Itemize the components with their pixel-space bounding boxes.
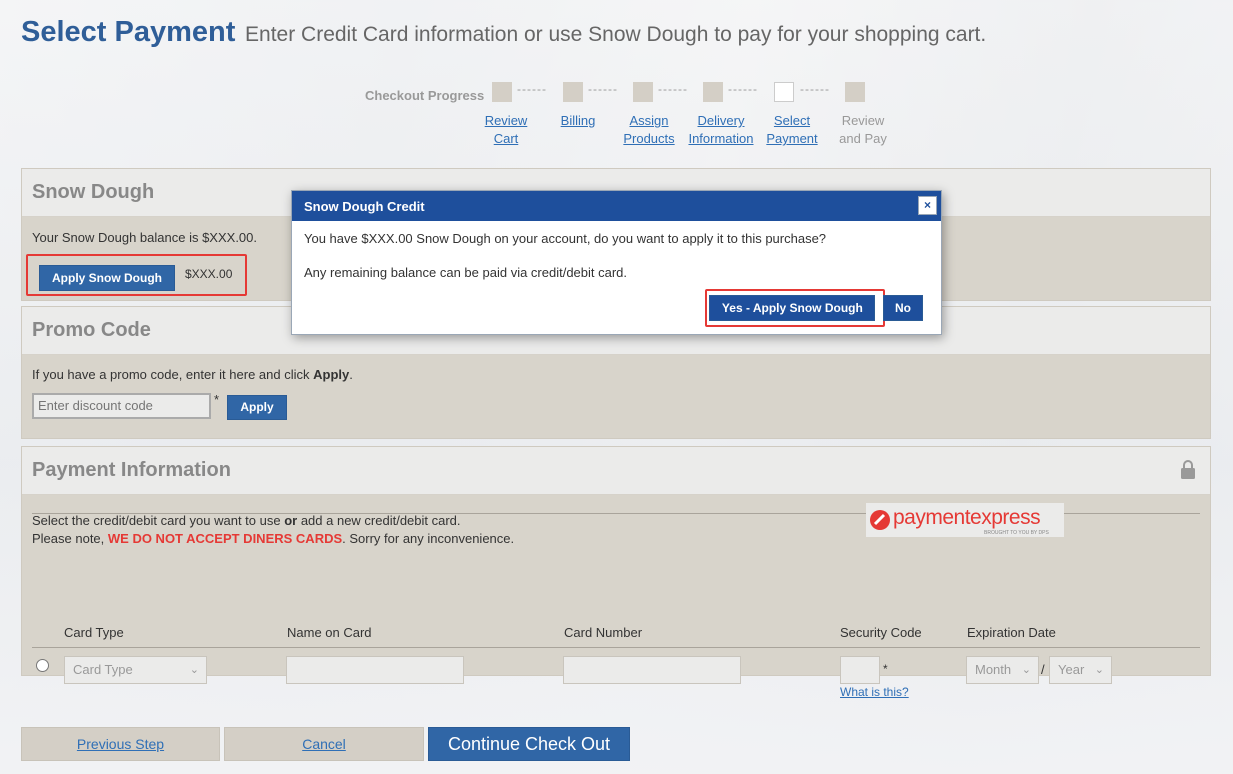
- payment-express-brand: paymentexpress: [893, 506, 1041, 529]
- expiry-month-select[interactable]: Month ⌄: [966, 656, 1039, 684]
- chevron-down-icon: ⌄: [1094, 664, 1104, 676]
- snow-dough-amount: $XXX.00: [185, 267, 233, 281]
- apply-snow-dough-button[interactable]: Apply Snow Dough: [39, 265, 175, 291]
- promo-instructions-bold: Apply: [313, 367, 350, 382]
- expiry-month-value: Month: [975, 662, 1012, 677]
- progress-dash: ------: [658, 82, 688, 96]
- col-card-number: Card Number: [564, 625, 643, 640]
- payment-note-text: Please note,: [32, 531, 108, 546]
- progress-dash: ------: [800, 82, 830, 96]
- step-label: Billing: [560, 113, 596, 128]
- progress-dash: ------: [517, 82, 547, 96]
- snow-dough-balance-text: Your Snow Dough balance is $XXX.00.: [32, 230, 258, 245]
- progress-step-select-payment[interactable]: Select Payment: [757, 112, 827, 148]
- modal-footer: Yes - Apply Snow Dough No: [705, 289, 923, 327]
- step-label: Products: [623, 131, 675, 146]
- progress-step-marker: [492, 82, 512, 102]
- progress-step-marker: [633, 82, 653, 102]
- promo-instructions: If you have a promo code, enter it here …: [32, 367, 353, 382]
- payment-information-panel: Payment Information Select the credit/de…: [21, 446, 1211, 699]
- security-code-input[interactable]: [840, 656, 880, 684]
- promo-required-mark: *: [214, 392, 220, 407]
- card-radio[interactable]: [36, 659, 49, 672]
- previous-step-button[interactable]: Previous Step: [21, 727, 220, 761]
- payment-instructions-line1: Select the credit/debit card you want to…: [32, 513, 461, 528]
- payment-express-tagline: BROUGHT TO YOU BY DPS: [984, 530, 1049, 536]
- step-label: Assign: [629, 113, 669, 128]
- payment-instructions-bold: or: [284, 513, 298, 528]
- modal-message-secondary: Any remaining balance can be paid via cr…: [304, 265, 628, 280]
- col-expiration-date: Expiration Date: [967, 625, 1056, 640]
- step-label: Review: [484, 113, 528, 128]
- step-label: Select: [773, 113, 811, 128]
- progress-step-delivery-information[interactable]: Delivery Information: [684, 112, 758, 148]
- checkout-progress-label: Checkout Progress: [365, 88, 485, 103]
- step-label: Delivery: [697, 113, 745, 128]
- step-label: Information: [688, 131, 754, 146]
- payment-information-header: Payment Information: [22, 447, 1210, 495]
- promo-code-input[interactable]: [32, 393, 211, 419]
- progress-dash: ------: [728, 82, 758, 96]
- payment-information-title: Payment Information: [32, 459, 231, 481]
- payment-express-logo: paymentexpress BROUGHT TO YOU BY DPS: [866, 503, 1064, 537]
- modal-header: Snow Dough Credit ×: [292, 191, 941, 221]
- what-is-this-link[interactable]: What is this?: [840, 685, 909, 699]
- progress-step-marker-current: [774, 82, 794, 102]
- modal-body: You have $XXX.00 Snow Dough on your acco…: [292, 221, 941, 290]
- card-type-select[interactable]: Card Type ⌄: [64, 656, 207, 684]
- yes-apply-snow-dough-button[interactable]: Yes - Apply Snow Dough: [709, 295, 876, 321]
- col-card-type: Card Type: [64, 625, 124, 640]
- page-subtitle: Enter Credit Card information or use Sno…: [245, 23, 987, 46]
- progress-step-review-cart[interactable]: Review Cart: [466, 112, 546, 148]
- modal-message-primary: You have $XXX.00 Snow Dough on your acco…: [304, 231, 827, 246]
- promo-apply-button[interactable]: Apply: [227, 395, 287, 420]
- modal-title: Snow Dough Credit: [304, 199, 425, 214]
- chevron-down-icon: ⌄: [189, 664, 199, 676]
- payment-information-body: Select the credit/debit card you want to…: [22, 495, 1210, 699]
- progress-step-review-and-pay: Review and Pay: [828, 112, 898, 148]
- payment-instructions-text: add a new credit/debit card.: [297, 513, 461, 528]
- progress-step-marker: [703, 82, 723, 102]
- page-header: Select Payment Enter Credit Card informa…: [21, 16, 986, 49]
- cancel-button[interactable]: Cancel: [224, 727, 424, 761]
- payment-note-text: . Sorry for any inconvenience.: [342, 531, 515, 546]
- payment-express-logo-icon: [870, 510, 890, 530]
- step-label: Payment: [766, 131, 818, 146]
- step-label: Review: [841, 113, 885, 128]
- payment-instructions-line2: Please note, WE DO NOT ACCEPT DINERS CAR…: [32, 531, 514, 546]
- progress-step-assign-products[interactable]: Assign Products: [614, 112, 684, 148]
- progress-dash: ------: [588, 82, 618, 96]
- security-required-mark: *: [883, 662, 888, 676]
- card-type-value: Card Type: [73, 662, 133, 677]
- col-name-on-card: Name on Card: [287, 625, 372, 640]
- page-title: Select Payment: [21, 16, 236, 48]
- promo-instructions-end: .: [349, 367, 353, 382]
- page: Select Payment Enter Credit Card informa…: [0, 0, 1233, 774]
- payment-instructions-text: Select the credit/debit card you want to…: [32, 513, 285, 528]
- chevron-down-icon: ⌄: [1021, 664, 1031, 676]
- name-on-card-input[interactable]: [286, 656, 464, 684]
- diners-warning: WE DO NOT ACCEPT DINERS CARDS: [107, 531, 343, 546]
- step-label: Cart: [493, 131, 519, 146]
- expiry-separator: /: [1041, 662, 1045, 677]
- continue-checkout-button[interactable]: Continue Check Out: [428, 727, 630, 761]
- step-label: and Pay: [839, 131, 887, 146]
- table-divider: [32, 647, 1200, 648]
- promo-code-body: If you have a promo code, enter it here …: [22, 355, 1210, 420]
- expiry-year-value: Year: [1058, 662, 1085, 677]
- no-button[interactable]: No: [883, 295, 923, 321]
- expiry-year-select[interactable]: Year ⌄: [1049, 656, 1112, 684]
- progress-step-marker: [563, 82, 583, 102]
- promo-instructions-text: If you have a promo code, enter it here …: [32, 367, 314, 382]
- card-number-input[interactable]: [563, 656, 741, 684]
- snow-dough-credit-modal: Snow Dough Credit × You have $XXX.00 Sno…: [291, 190, 942, 335]
- progress-step-marker: [845, 82, 865, 102]
- lock-icon: [1181, 460, 1195, 479]
- close-icon[interactable]: ×: [918, 196, 937, 215]
- checkout-progress: Checkout Progress ------ ------ ------ -…: [0, 82, 1233, 152]
- col-security-code: Security Code: [840, 625, 922, 640]
- progress-step-billing[interactable]: Billing: [543, 112, 613, 130]
